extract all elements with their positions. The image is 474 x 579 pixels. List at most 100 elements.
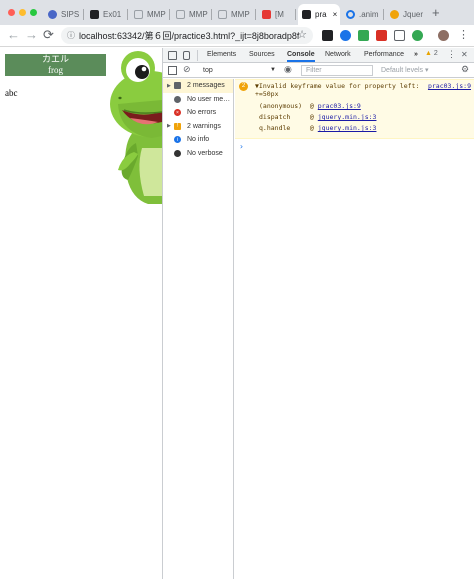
stack-frame: q.handle @ jquery.min.js:3 bbox=[255, 123, 474, 134]
extension-icon[interactable] bbox=[394, 30, 405, 41]
tab-label: MMP bbox=[189, 10, 208, 19]
log-levels-dropdown[interactable]: Default levels ▾ bbox=[381, 66, 428, 74]
frog-image bbox=[110, 51, 162, 204]
stack-function: q.handle bbox=[259, 124, 291, 132]
tab-favicon-icon bbox=[90, 10, 99, 19]
browser-tab[interactable]: .anim bbox=[342, 4, 384, 25]
sidebar-item-user-messages[interactable]: No user me… bbox=[163, 93, 233, 107]
devtools-close-icon[interactable]: ✕ bbox=[461, 50, 468, 59]
tab-favicon-icon bbox=[48, 10, 57, 19]
device-toolbar-icon[interactable] bbox=[183, 51, 190, 60]
stack-source-link[interactable]: prac03.js:9 bbox=[318, 102, 361, 110]
browser-tab[interactable]: Jquer bbox=[386, 4, 428, 25]
browser-tab[interactable]: Ex01 bbox=[86, 4, 128, 25]
forward-button[interactable]: → bbox=[25, 28, 38, 42]
devtools-menu-icon[interactable]: ⋮ bbox=[447, 49, 456, 60]
more-tabs-button[interactable]: » bbox=[414, 51, 418, 58]
source-link[interactable]: prac03.js:9 bbox=[428, 82, 471, 90]
back-button[interactable]: ← bbox=[7, 28, 20, 42]
tab-sources[interactable]: Sources bbox=[249, 51, 275, 58]
browser-tab[interactable]: MMP bbox=[172, 4, 212, 25]
console-prompt[interactable]: › bbox=[235, 139, 474, 151]
info-icon[interactable]: ⓘ bbox=[67, 30, 75, 41]
expand-arrow-icon[interactable]: ▶ bbox=[167, 123, 174, 129]
address-bar[interactable]: ⓘ localhost:63342/第６回/practice3.html?_ij… bbox=[61, 27, 313, 44]
sidebar-item-info[interactable]: i No info bbox=[163, 133, 233, 147]
extension-icon[interactable] bbox=[358, 30, 369, 41]
stack-source-link[interactable]: jquery.min.js:3 bbox=[318, 124, 377, 132]
context-value: top bbox=[203, 67, 213, 74]
jquery-icon bbox=[390, 10, 399, 19]
frog-box-english: frog bbox=[48, 65, 63, 75]
page-viewport: カエル frog abc bbox=[0, 48, 162, 579]
close-window-button[interactable] bbox=[8, 9, 15, 16]
sidebar-item-errors[interactable]: × No errors bbox=[163, 106, 233, 120]
extension-icon[interactable] bbox=[376, 30, 387, 41]
minimize-window-button[interactable] bbox=[19, 9, 26, 16]
sidebar-item-verbose[interactable]: No verbose bbox=[163, 147, 233, 161]
browser-tab[interactable]: [M bbox=[258, 4, 296, 25]
repeat-count-badge: 2 bbox=[239, 82, 248, 91]
live-expression-eye-icon[interactable]: ◉ bbox=[284, 64, 292, 75]
sidebar-item-label: No verbose bbox=[187, 149, 223, 157]
tab-label: [M bbox=[275, 10, 284, 19]
tab-performance[interactable]: Performance bbox=[364, 51, 404, 58]
expand-arrow-icon[interactable]: ▶ bbox=[167, 83, 174, 89]
warnings-badge[interactable]: ▲ 2 bbox=[425, 50, 438, 57]
sidebar-item-warnings[interactable]: ▶ ! 2 warnings bbox=[163, 120, 233, 134]
clear-console-icon[interactable]: ⊘ bbox=[183, 64, 191, 75]
extension-icon[interactable] bbox=[340, 30, 351, 41]
browser-tab[interactable]: SIPS bbox=[44, 4, 84, 25]
tab-network[interactable]: Network bbox=[325, 51, 351, 58]
browser-menu-icon[interactable]: ⋮ bbox=[458, 28, 469, 41]
document-icon bbox=[134, 10, 143, 19]
warnings-count: 2 bbox=[433, 50, 438, 57]
warning-icon: ! bbox=[174, 122, 181, 130]
console-settings-gear-icon[interactable]: ⚙ bbox=[461, 64, 469, 75]
new-tab-button[interactable]: + bbox=[432, 6, 440, 19]
reload-button[interactable]: ⟳ bbox=[43, 28, 54, 42]
context-select[interactable]: top ▼ bbox=[200, 65, 278, 76]
console-toolbar: ⊘ top ▼ ◉ Filter Default levels ▾ ⚙ bbox=[163, 64, 474, 78]
tab-label: .anim bbox=[359, 10, 379, 19]
frog-box-japanese: カエル bbox=[41, 54, 69, 64]
sidebar-item-label: No info bbox=[187, 136, 210, 144]
tab-label: Jquer bbox=[403, 10, 424, 19]
tab-favicon-icon bbox=[346, 10, 355, 19]
browser-tab[interactable]: MMP bbox=[214, 4, 256, 25]
tab-close-icon[interactable]: × bbox=[333, 10, 338, 19]
stack-at: @ bbox=[309, 124, 314, 132]
stack-at: @ bbox=[309, 102, 314, 110]
stack-trace: (anonymous) @ prac03.js:9 dispatch @ jqu… bbox=[255, 101, 474, 134]
browser-toolbar: ← → ⟳ ⓘ localhost:63342/第６回/practice3.ht… bbox=[0, 25, 474, 47]
document-icon bbox=[218, 10, 227, 19]
devtools-tab-bar: Elements Sources Console Network Perform… bbox=[163, 48, 474, 63]
tab-bar: SIPS Ex01 MMP MMP MMP [M pra × .anim Jqu… bbox=[0, 0, 474, 25]
stack-frame: dispatch @ jquery.min.js:3 bbox=[255, 112, 474, 123]
avatar[interactable] bbox=[438, 30, 449, 41]
console-filter-input[interactable]: Filter bbox=[301, 65, 373, 76]
tab-console[interactable]: Console bbox=[287, 51, 315, 62]
frog-box[interactable]: カエル frog bbox=[5, 54, 106, 76]
console-warning-message[interactable]: 2 ▼Invalid keyframe value for property l… bbox=[235, 79, 474, 139]
stack-source-link[interactable]: jquery.min.js:3 bbox=[318, 113, 377, 121]
bookmark-star-icon[interactable]: ☆ bbox=[297, 28, 307, 41]
warning-text: ▼Invalid keyframe value for property lef… bbox=[255, 82, 420, 90]
stack-function: (anonymous) bbox=[259, 102, 303, 110]
devtools-panel: Elements Sources Console Network Perform… bbox=[162, 48, 474, 579]
console-output: 2 ▼Invalid keyframe value for property l… bbox=[235, 79, 474, 579]
browser-tab[interactable]: MMP bbox=[130, 4, 170, 25]
extension-icon[interactable] bbox=[412, 30, 423, 41]
browser-tab-active[interactable]: pra × bbox=[298, 4, 340, 25]
warning-icon: ▲ bbox=[425, 50, 432, 57]
webstorm-icon bbox=[302, 10, 311, 19]
tab-elements[interactable]: Elements bbox=[207, 51, 236, 58]
extension-icon[interactable] bbox=[322, 30, 333, 41]
sidebar-item-messages[interactable]: ▶ 2 messages bbox=[163, 79, 233, 93]
sidebar-toggle-icon[interactable] bbox=[168, 66, 177, 75]
url-text: localhost:63342/第６回/practice3.html?_ijt=… bbox=[79, 31, 299, 41]
maximize-window-button[interactable] bbox=[30, 9, 37, 16]
sidebar-item-label: 2 messages bbox=[187, 82, 225, 90]
warning-text-continued: +=50px bbox=[255, 90, 279, 98]
inspect-element-icon[interactable] bbox=[168, 51, 177, 60]
